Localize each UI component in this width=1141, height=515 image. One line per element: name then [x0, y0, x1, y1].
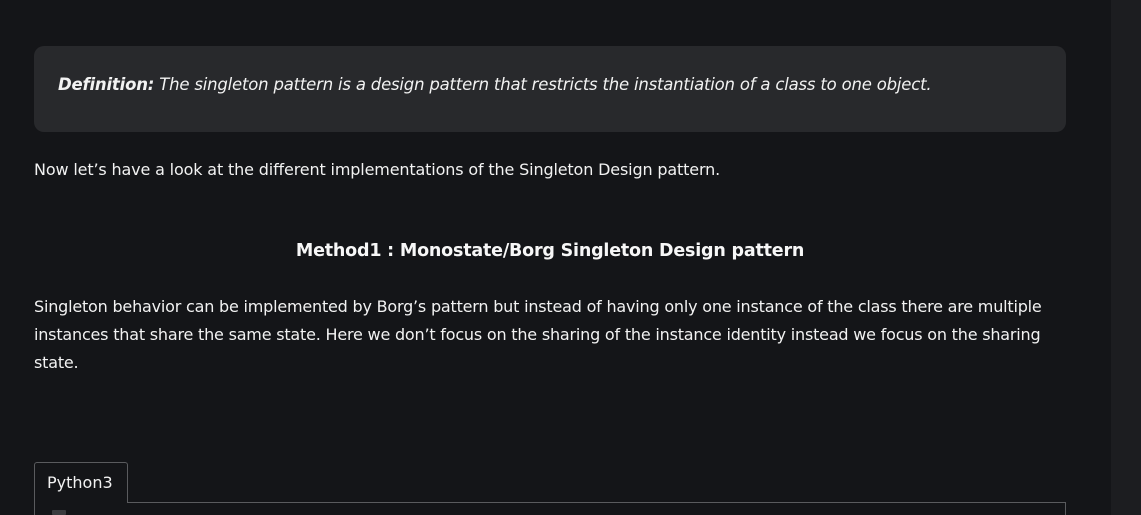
intro-paragraph: Now let’s have a look at the different i…: [34, 160, 721, 179]
method1-paragraph: Singleton behavior can be implemented by…: [34, 297, 1042, 372]
article-page: Definition: The singleton pattern is a d…: [0, 0, 1141, 515]
definition-callout: Definition: The singleton pattern is a d…: [34, 46, 1066, 132]
code-line-marker: [52, 510, 66, 515]
page-scrollbar[interactable]: [1111, 0, 1141, 515]
code-block: [34, 502, 1066, 515]
section-heading-method1: Method1 : Monostate/Borg Singleton Desig…: [295, 241, 805, 261]
code-tab-python3[interactable]: Python3: [34, 462, 128, 503]
definition-label: Definition:: [58, 75, 155, 94]
definition-text: The singleton pattern is a design patter…: [154, 75, 932, 94]
